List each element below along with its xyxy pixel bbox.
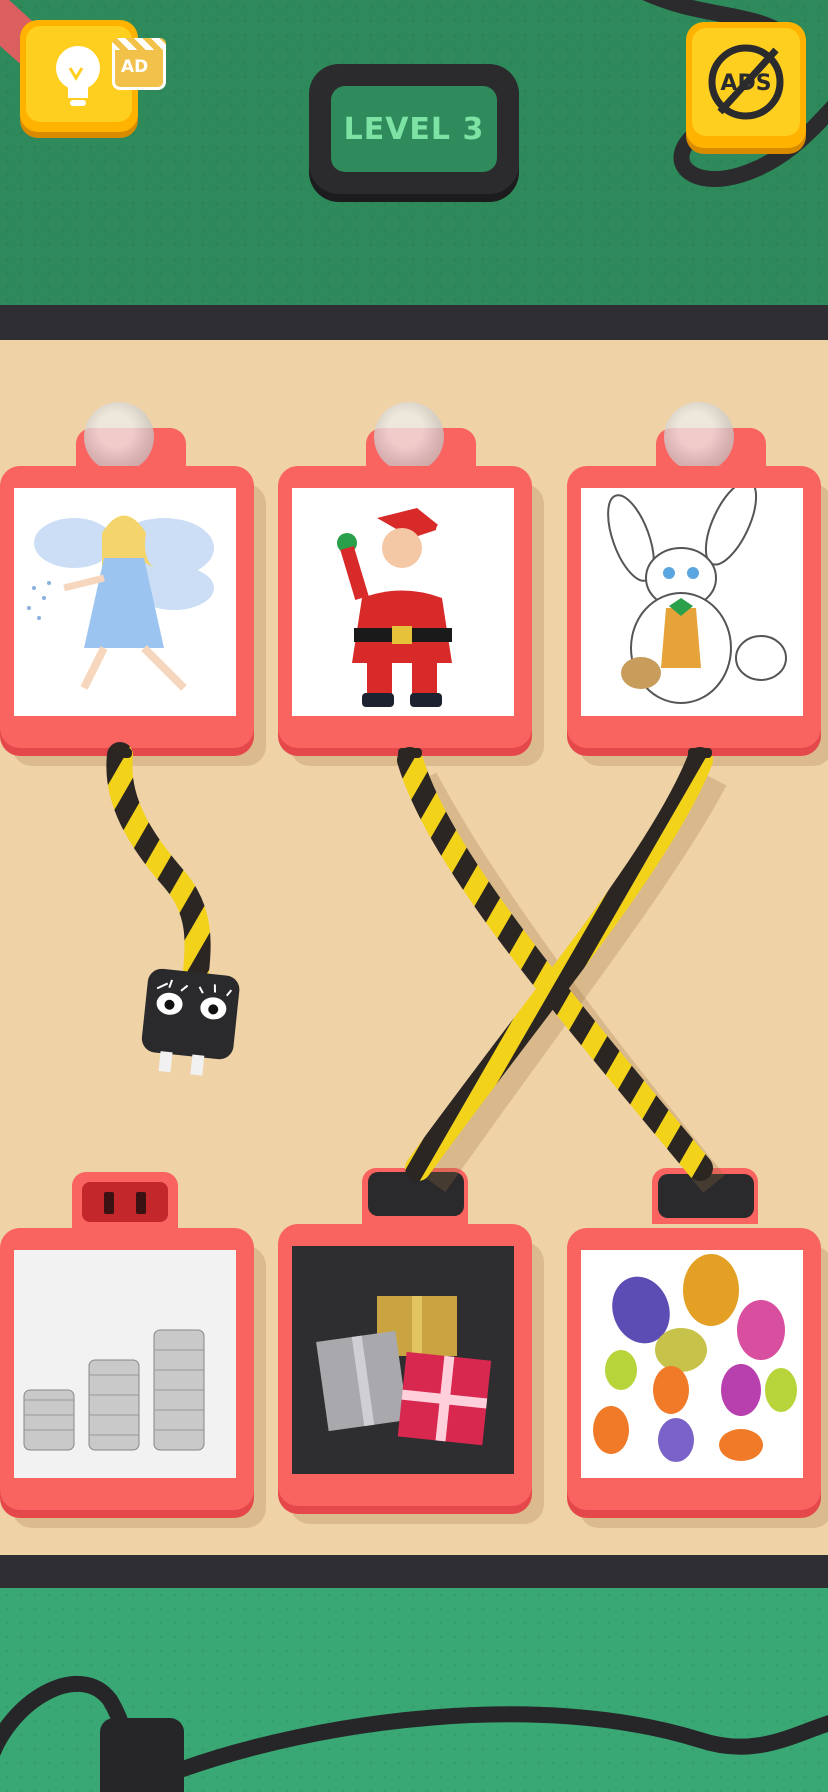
loose-plug[interactable] [0,0,828,1792]
